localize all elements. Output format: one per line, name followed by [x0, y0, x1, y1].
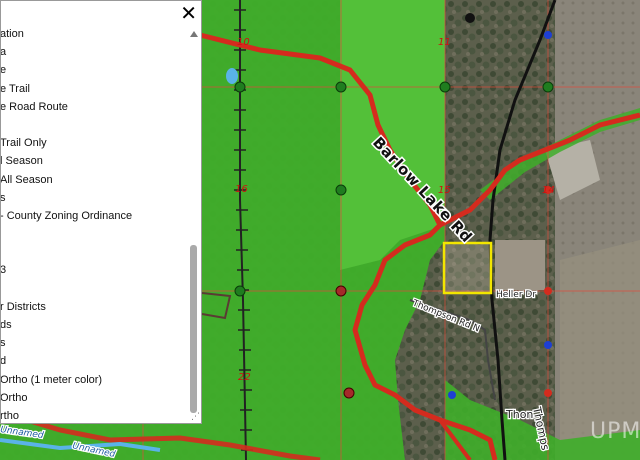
legend-layer-item[interactable]: a [1, 43, 189, 61]
legend-layer-item[interactable]: Trail Only [1, 134, 189, 152]
legend-list: ation a e e Trail e Road Route Trail Only l Se… [1, 25, 189, 423]
aerial-clearing-2 [495, 240, 545, 290]
lake [226, 68, 238, 84]
close-icon[interactable]: ✕ [180, 2, 197, 24]
selected-parcel[interactable] [442, 241, 493, 295]
legend-layer-item[interactable]: ation [1, 25, 189, 43]
resize-grip-icon[interactable]: ⋰ [191, 413, 200, 422]
section-number-16: 16 [235, 184, 248, 195]
legend-layer-item[interactable] [1, 280, 189, 298]
legend-layer-item[interactable] [1, 243, 189, 261]
legend-layer-item[interactable]: e Trail [1, 80, 189, 98]
legend-layer-item[interactable]: ds [1, 316, 189, 334]
legend-layer-item[interactable]: Ortho [1, 389, 189, 407]
legend-layer-item[interactable]: e Road Route [1, 98, 189, 116]
legend-layer-item[interactable]: rtho [1, 407, 189, 423]
section-number-11: 11 [438, 37, 451, 48]
street-label-heller: Heller Dr [496, 290, 536, 300]
legend-layer-item[interactable] [1, 116, 189, 134]
legend-layer-item[interactable] [1, 225, 189, 243]
legend-layer-item[interactable]: d [1, 352, 189, 370]
section-number-10: 10 [237, 37, 250, 48]
scroll-up-arrow-icon[interactable] [190, 31, 198, 37]
legend-layer-item[interactable]: - County Zoning Ordinance [1, 207, 189, 225]
zoning-area-center [340, 0, 445, 270]
legend-layer-item[interactable]: Ortho (1 meter color) [1, 371, 189, 389]
legend-layer-item[interactable]: r Districts [1, 298, 189, 316]
legend-layer-item[interactable]: s [1, 189, 189, 207]
legend-layer-item[interactable]: s [1, 334, 189, 352]
legend-layer-item[interactable]: l Season [1, 152, 189, 170]
legend-layer-item[interactable]: e [1, 61, 189, 79]
scroll-thumb[interactable] [190, 245, 197, 413]
legend-panel: ✕ ation a e e Trail e Road Route Trail Only l … [0, 0, 202, 424]
section-number-14: 14 [542, 185, 555, 196]
legend-layer-item[interactable]: All Season [1, 171, 189, 189]
street-label-thon: Thon [505, 408, 533, 421]
legend-scrollbar[interactable] [189, 27, 199, 417]
section-number-22: 22 [238, 372, 251, 383]
legend-layer-item[interactable]: 3 [1, 261, 189, 279]
map-watermark: UPM [590, 419, 640, 444]
